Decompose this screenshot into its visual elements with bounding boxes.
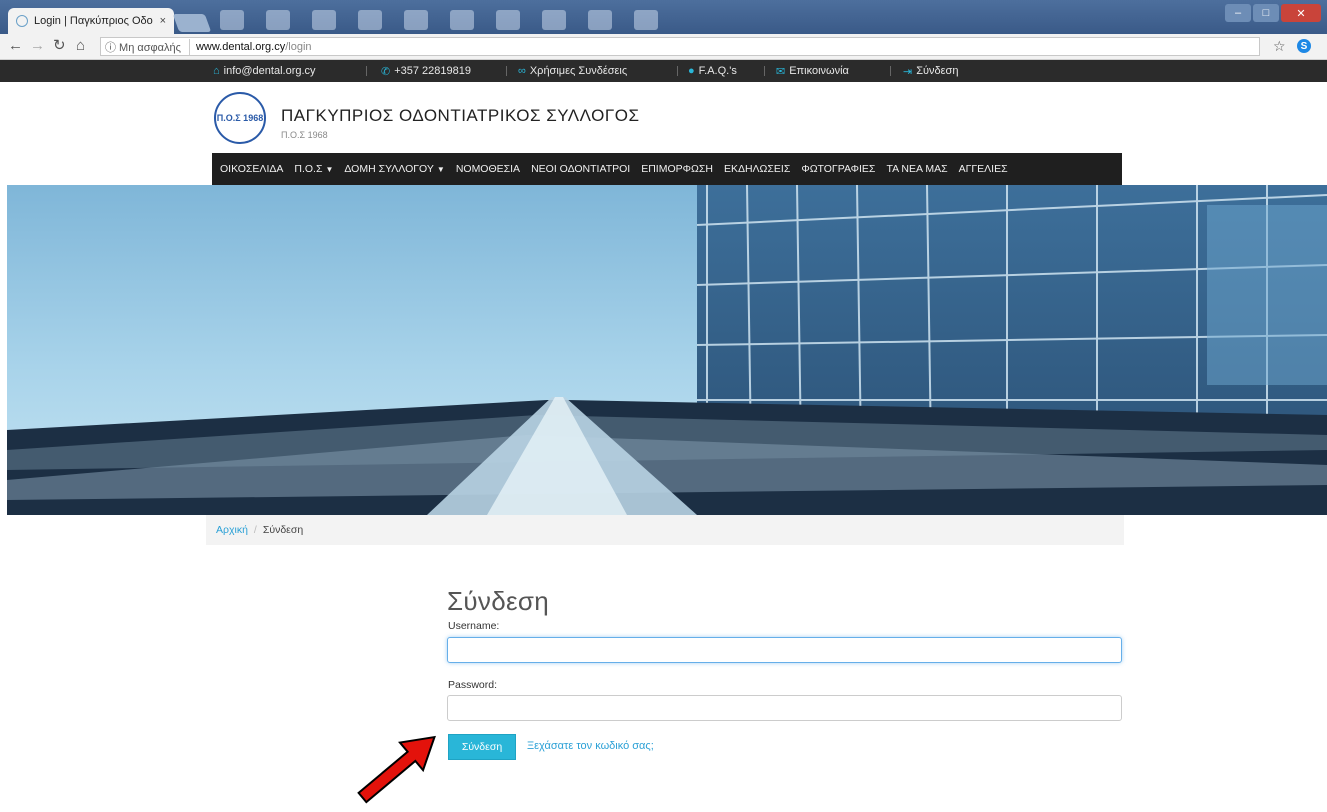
nav-item-classifieds[interactable]: ΑΓΓΕΛΙΕΣ <box>959 163 1008 175</box>
nav-item-pos[interactable]: Π.Ο.Σ ▼ <box>294 163 333 175</box>
forgot-password-link[interactable]: Ξεχάσατε τον κωδικό σας; <box>527 740 654 752</box>
divider <box>366 66 367 76</box>
tooth-favicon-icon <box>16 15 28 27</box>
caret-down-icon: ▼ <box>436 165 445 174</box>
username-input[interactable] <box>447 637 1122 663</box>
envelope-icon: ✉ <box>776 65 786 78</box>
divider <box>890 66 891 76</box>
caret-down-icon: ▼ <box>325 165 334 174</box>
password-label: Password: <box>448 679 498 691</box>
app-icon[interactable] <box>542 10 566 30</box>
tab-title: Login | Παγκύπριος Οδο <box>34 15 153 27</box>
nav-item-new-dentists[interactable]: ΝΕΟΙ ΟΔΟΝΤΙΑΤΡΟΙ <box>531 163 630 175</box>
login-submit-button[interactable]: Σύνδεση <box>448 734 516 760</box>
nav-item-news[interactable]: ΤΑ ΝΕΑ ΜΑΣ <box>886 163 947 175</box>
browser-tab[interactable]: Login | Παγκύπριος Οδο × <box>8 8 174 34</box>
browser-titlebar: Login | Παγκύπριος Οδο × – □ ✕ <box>0 0 1327 34</box>
nav-item-events[interactable]: ΕΚΔΗΛΩΣΕΙΣ <box>724 163 790 175</box>
site-title[interactable]: ΠΑΓΚΥΠΡΙΟΣ ΟΔΟΝΤΙΑΤΡΙΚΟΣ ΣΥΛΛΟΓΟΣ <box>281 106 639 126</box>
info-icon: ● <box>688 65 695 77</box>
app-icon[interactable] <box>496 10 520 30</box>
nav-item-home[interactable]: ΟΙΚΟΣΕΛΙΔΑ <box>220 163 283 175</box>
password-input[interactable] <box>447 695 1122 721</box>
url-host: www.dental.org.cy <box>195 40 286 53</box>
faq-link[interactable]: ● F.A.Q.'s <box>688 60 737 82</box>
useful-links-link[interactable]: ∞ Χρήσιμες Συνδέσεις <box>518 60 627 82</box>
app-icon[interactable] <box>266 10 290 30</box>
sign-in-icon: ⇥ <box>903 65 913 78</box>
url-path: /login <box>285 40 312 53</box>
app-icon[interactable] <box>358 10 382 30</box>
back-icon[interactable]: ← <box>8 37 23 55</box>
login-link[interactable]: ⇥ Σύνδεση <box>903 60 958 82</box>
site-subtitle: Π.Ο.Σ 1968 <box>281 130 328 140</box>
breadcrumb: Αρχική / Σύνδεση <box>206 515 1124 545</box>
address-input[interactable]: ⓘ Μη ασφαλής www.dental.org.cy /login <box>100 37 1260 56</box>
maximize-icon[interactable]: □ <box>1253 4 1279 22</box>
building-illustration <box>7 185 1327 515</box>
browser-toolbar: ← → ↻ ⌂ ⓘ Μη ασφαλής www.dental.org.cy /… <box>0 34 1327 60</box>
nav-item-training[interactable]: ΕΠΙΜΟΡΦΩΣΗ <box>641 163 713 175</box>
app-icon[interactable] <box>634 10 658 30</box>
divider <box>506 66 507 76</box>
nav-item-legislation[interactable]: ΝΟΜΟΘΕΣΙΑ <box>456 163 520 175</box>
contact-link[interactable]: ✉ Επικοινωνία <box>776 60 849 82</box>
app-icon[interactable] <box>220 10 244 30</box>
minimize-icon[interactable]: – <box>1225 4 1251 22</box>
extension-icon[interactable]: S <box>1297 39 1311 53</box>
app-icon[interactable] <box>450 10 474 30</box>
link-icon: ∞ <box>518 65 526 77</box>
phone-icon: ✆ <box>381 65 391 78</box>
nav-item-structure[interactable]: ΔΟΜΗ ΣΥΛΛΟΓΟΥ ▼ <box>344 163 444 175</box>
email-link[interactable]: ⌂ info@dental.org.cy <box>213 60 316 82</box>
hero-banner-image <box>7 185 1327 515</box>
main-navigation: ΟΙΚΟΣΕΛΙΔΑ Π.Ο.Σ ▼ ΔΟΜΗ ΣΥΛΛΟΓΟΥ ▼ ΝΟΜΟΘΕΣ… <box>212 153 1122 185</box>
tab-close-icon[interactable]: × <box>160 15 166 27</box>
association-logo[interactable]: Π.Ο.Σ 1968 <box>214 92 266 144</box>
breadcrumb-home-link[interactable]: Αρχική <box>216 524 248 536</box>
login-title: Σύνδεση <box>447 586 549 616</box>
home-icon[interactable]: ⌂ <box>76 37 85 55</box>
breadcrumb-separator: / <box>253 524 257 536</box>
close-window-icon[interactable]: ✕ <box>1281 4 1321 22</box>
new-tab-button[interactable] <box>172 14 212 32</box>
contact-infobar: ⌂ info@dental.org.cy ✆ +357 22819819 ∞ Χ… <box>0 60 1327 82</box>
username-label: Username: <box>448 620 500 632</box>
app-icon[interactable] <box>404 10 428 30</box>
bookmark-star-icon[interactable]: ☆ <box>1273 38 1286 55</box>
divider <box>764 66 765 76</box>
forward-icon[interactable]: → <box>30 37 45 55</box>
reload-icon[interactable]: ↻ <box>53 37 66 55</box>
annotation-arrow-icon <box>357 735 436 804</box>
app-icon[interactable] <box>588 10 612 30</box>
breadcrumb-current: Σύνδεση <box>262 524 304 536</box>
taskbar-icons <box>220 10 658 30</box>
security-indicator[interactable]: ⓘ Μη ασφαλής <box>105 38 190 55</box>
window-controls: – □ ✕ <box>1225 4 1321 22</box>
home-email-icon: ⌂ <box>213 65 220 77</box>
app-icon[interactable] <box>312 10 336 30</box>
phone-link[interactable]: ✆ +357 22819819 <box>381 60 471 82</box>
divider <box>677 66 678 76</box>
nav-item-photos[interactable]: ΦΩΤΟΓΡΑΦΙΕΣ <box>801 163 875 175</box>
